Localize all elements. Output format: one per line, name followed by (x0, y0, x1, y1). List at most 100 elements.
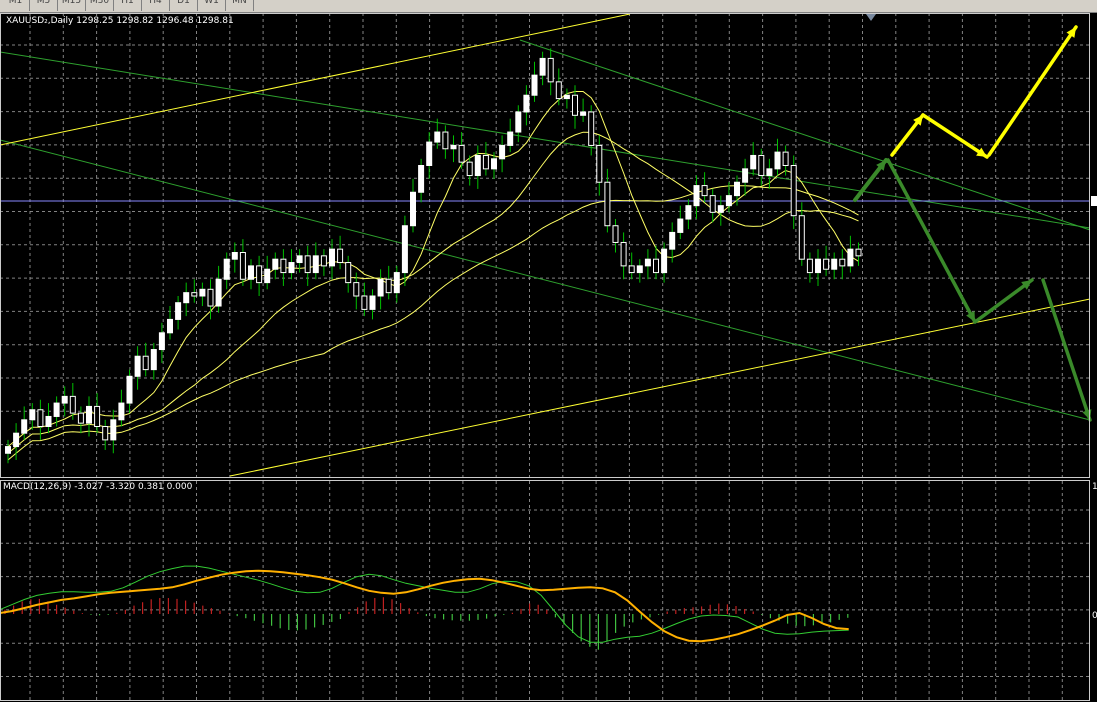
candle-body (110, 419, 117, 441)
candle-body (588, 111, 595, 146)
candle-body (53, 402, 60, 417)
candle-body (280, 258, 287, 274)
candle-body (312, 255, 319, 274)
candle-body (207, 288, 214, 307)
moving-average-20 (7, 131, 859, 454)
green-arrow-final-shaft (1041, 278, 1092, 422)
candle-body (596, 144, 603, 183)
main-pane-border (0, 13, 1090, 478)
candle-body (126, 375, 133, 404)
candle-body (742, 168, 749, 183)
candle-body (531, 74, 538, 96)
candle-body (410, 191, 416, 227)
candle-body (580, 111, 587, 116)
candle-body (248, 265, 254, 280)
candle-body (418, 165, 425, 193)
candle-body (725, 195, 732, 207)
candle-body (37, 409, 44, 427)
candle-body (45, 415, 52, 428)
candle-body (823, 258, 830, 270)
candle-body (782, 151, 789, 167)
candle-body (401, 225, 408, 274)
candle-body (77, 412, 84, 424)
candle-body (272, 258, 279, 270)
macd-panel (0, 565, 849, 650)
candle-body (855, 248, 862, 257)
candle-body (5, 446, 11, 454)
candle-body (685, 205, 692, 220)
candle-body (231, 252, 238, 260)
candle-body (620, 241, 627, 267)
candle-body (458, 144, 465, 163)
candle-body (29, 409, 36, 421)
candle-body (288, 262, 295, 274)
candle-body (320, 255, 327, 267)
candle-body (61, 395, 68, 404)
candle-body (831, 258, 838, 270)
yellow-arrow-final-shaft (987, 25, 1078, 157)
candle-body (426, 141, 433, 166)
candle-body (353, 282, 360, 297)
price-chart[interactable]: 10 (0, 0, 1097, 702)
candle-body (167, 318, 173, 334)
candle-body (515, 111, 522, 133)
candle-body (13, 432, 20, 448)
candle-body (256, 265, 263, 284)
candle-body (150, 349, 157, 371)
candle-body (653, 258, 659, 274)
candle-body (636, 265, 643, 274)
candle-body (183, 292, 190, 304)
candle-body (191, 292, 198, 297)
candle-body (94, 405, 101, 427)
chart-shift-marker (866, 14, 876, 21)
candle-body (361, 295, 368, 310)
candle-body (612, 225, 619, 243)
candle-body (239, 252, 246, 280)
candle-body (677, 218, 684, 233)
candle-body (304, 255, 311, 274)
candle-body (199, 288, 206, 297)
price-label-marker (1091, 196, 1097, 206)
candle-body (547, 57, 554, 83)
candle-body (572, 94, 578, 116)
candle-body (345, 262, 352, 284)
candle-body (847, 248, 854, 267)
candle-body (523, 94, 530, 113)
macd-axis-label-0: 0 (1092, 611, 1097, 621)
candle-body (482, 154, 489, 170)
candle-body (661, 248, 668, 274)
candle-body (555, 81, 562, 100)
macd-main-line (0, 569, 849, 643)
trend-line-lower (229, 298, 1091, 477)
candle-body (377, 278, 384, 297)
candle-body (644, 258, 651, 267)
candle-body (118, 402, 125, 421)
candle-body (142, 355, 149, 371)
candle-body (815, 258, 821, 274)
candle-body (466, 161, 473, 177)
macd-signal-line (0, 565, 849, 643)
candle-body (393, 272, 400, 294)
candle-body (385, 278, 392, 294)
moving-average-40 (7, 185, 859, 461)
candle-body (175, 302, 182, 320)
candle-body (69, 395, 76, 414)
candle-body (839, 258, 846, 267)
green-arrow-rebound-shaft (973, 278, 1034, 324)
candle-body (539, 57, 546, 76)
candle-body (296, 255, 303, 264)
candle-body (563, 94, 570, 100)
candle-body (329, 248, 335, 267)
yellow-arrow-down-shaft (921, 113, 989, 159)
candle-body (474, 154, 481, 177)
macd-axis-label-1: 1 (1092, 482, 1097, 492)
chart-frame: 10 (0, 13, 1097, 701)
candle-body (158, 332, 165, 351)
candle-body (709, 195, 716, 213)
candle-body (798, 215, 805, 260)
candle-body (734, 181, 740, 197)
candle-body (766, 168, 773, 177)
candle-body (134, 355, 141, 377)
candle-body (790, 165, 797, 217)
candle-body (491, 158, 497, 170)
